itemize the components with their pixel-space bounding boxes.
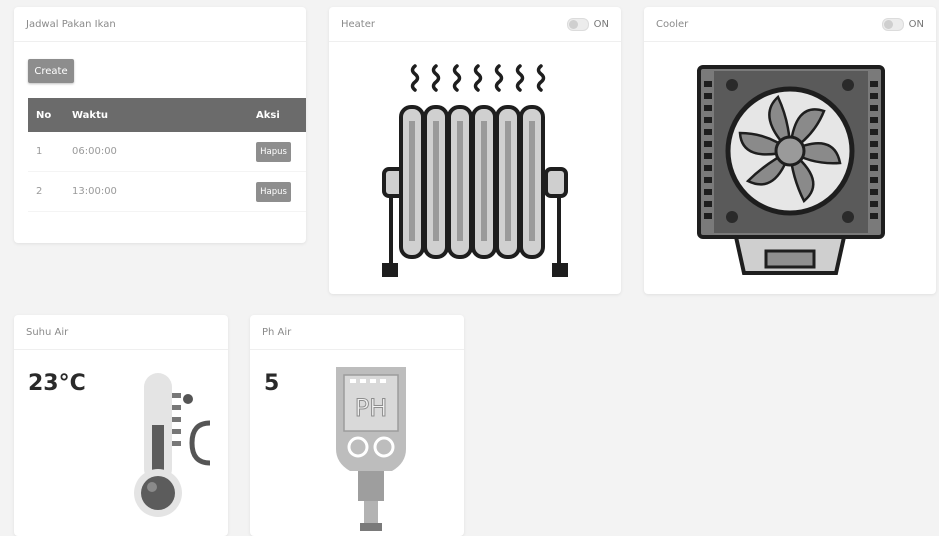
heater-toggle[interactable]: ON xyxy=(566,17,609,31)
delete-button[interactable]: Hapus xyxy=(256,141,291,162)
feeding-schedule-card: Jadwal Pakan Ikan Create No Waktu Aksi 1… xyxy=(14,7,306,243)
cpu-cooler-fan-icon xyxy=(697,65,885,275)
card-title: Jadwal Pakan Ikan xyxy=(26,18,116,30)
heater-card: Heater ON xyxy=(329,7,621,294)
table-header-row: No Waktu Aksi xyxy=(28,98,306,132)
toggle-label: ON xyxy=(593,18,609,30)
card-title: Ph Air xyxy=(262,326,292,338)
cell-waktu: 06:00:00 xyxy=(64,132,248,172)
toggle-switch[interactable] xyxy=(881,17,904,31)
ph-meter-icon: PH xyxy=(336,367,406,531)
cell-no: 2 xyxy=(28,171,64,212)
thermometer-icon xyxy=(134,373,211,517)
cell-aksi: Hapus xyxy=(248,171,306,212)
column-header-aksi: Aksi xyxy=(248,98,306,132)
ph-value: 5 xyxy=(264,371,280,396)
ph-label-text: PH xyxy=(355,394,388,422)
column-header-waktu: Waktu xyxy=(64,98,248,132)
cooler-card: Cooler ON xyxy=(644,7,936,294)
radiator-heater-icon xyxy=(382,64,568,277)
cooler-toggle[interactable]: ON xyxy=(881,17,924,31)
water-ph-card: Ph Air 5 PH xyxy=(250,315,464,536)
column-header-no: No xyxy=(28,98,64,132)
card-header: Jadwal Pakan Ikan xyxy=(14,7,306,42)
table-row: 1 06:00:00 Hapus xyxy=(28,132,306,172)
card-header: Ph Air xyxy=(250,315,464,350)
card-header: Heater ON xyxy=(329,7,621,42)
cell-waktu: 13:00:00 xyxy=(64,171,248,212)
card-title: Heater xyxy=(341,18,375,30)
create-button[interactable]: Create xyxy=(28,59,74,83)
toggle-switch[interactable] xyxy=(566,17,589,31)
card-title: Cooler xyxy=(656,18,689,30)
cell-no: 1 xyxy=(28,132,64,172)
card-header: Cooler ON xyxy=(644,7,936,42)
card-header: Suhu Air xyxy=(14,315,228,350)
toggle-label: ON xyxy=(908,18,924,30)
water-temperature-card: Suhu Air 23°C xyxy=(14,315,228,536)
temperature-value: 23°C xyxy=(28,371,86,396)
card-title: Suhu Air xyxy=(26,326,69,338)
schedule-table: No Waktu Aksi 1 06:00:00 Hapus 2 13:00:0… xyxy=(28,98,306,212)
cell-aksi: Hapus xyxy=(248,132,306,172)
table-row: 2 13:00:00 Hapus xyxy=(28,171,306,212)
delete-button[interactable]: Hapus xyxy=(256,181,291,202)
